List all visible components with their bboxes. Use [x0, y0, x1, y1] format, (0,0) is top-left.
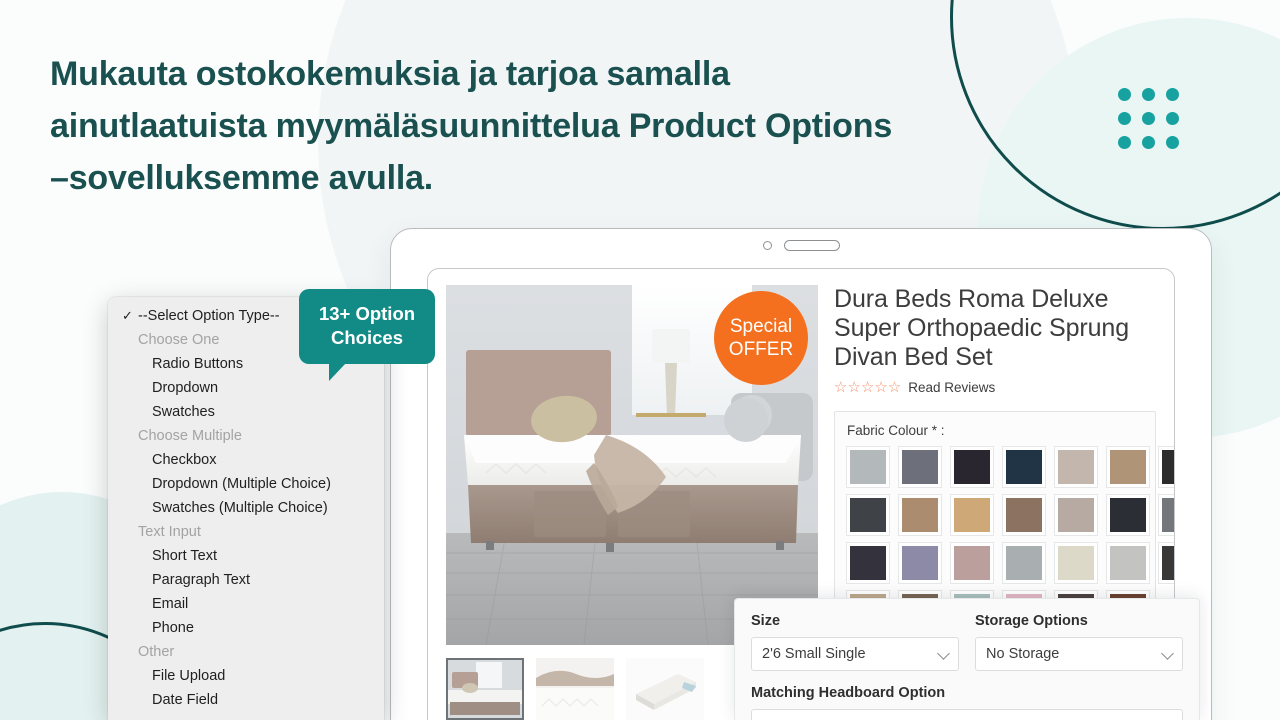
dot-icon: [1142, 88, 1155, 101]
dot-grid-decoration: [1118, 88, 1179, 149]
fabric-swatch[interactable]: [1107, 543, 1149, 583]
offer-badge-line-1: Special: [729, 316, 793, 337]
dot-icon: [1118, 136, 1131, 149]
special-offer-badge: Special OFFER: [714, 291, 808, 385]
size-field: Size 2'6 Small Single: [751, 613, 959, 671]
star-rating-icon: ☆☆☆☆☆: [834, 379, 902, 396]
storage-select[interactable]: No Storage: [975, 637, 1183, 671]
menu-group-label: Choose Multiple: [138, 428, 242, 444]
fabric-swatch[interactable]: [951, 543, 993, 583]
fabric-swatch[interactable]: [1055, 447, 1097, 487]
headboard-label: Matching Headboard Option: [751, 685, 946, 701]
menu-item[interactable]: File Upload: [108, 664, 384, 688]
callout-line-1: 13+ Option: [318, 303, 416, 324]
menu-item[interactable]: Short Text: [108, 544, 384, 568]
size-select[interactable]: 2'6 Small Single: [751, 637, 959, 671]
fabric-swatch[interactable]: [1003, 447, 1045, 487]
dot-icon: [1166, 112, 1179, 125]
dot-icon: [1142, 112, 1155, 125]
headline-line-2: ainutlaatuista myymäläsuunnittelua Produ…: [50, 107, 893, 145]
speaker-icon: [783, 239, 840, 251]
promo-banner: Mukauta ostokokemuksia ja tarjoa samalla…: [0, 0, 1280, 720]
storage-field: Storage Options No Storage: [975, 613, 1183, 671]
fabric-swatch[interactable]: [951, 495, 993, 535]
menu-group-label: Text Input: [138, 524, 201, 540]
fabric-swatch[interactable]: [1055, 495, 1097, 535]
storage-label: Storage Options: [975, 613, 1088, 629]
dot-icon: [1142, 136, 1155, 149]
fabric-swatch[interactable]: [1159, 495, 1174, 535]
fabric-swatch[interactable]: [847, 495, 889, 535]
fabric-swatch[interactable]: [899, 495, 941, 535]
fabric-colour-label: Fabric Colour * :: [847, 423, 945, 438]
menu-item[interactable]: Paragraph Text: [108, 568, 384, 592]
check-icon: ✓: [122, 308, 133, 323]
product-title: Dura Beds Roma Deluxe Super Orthopaedic …: [834, 285, 1130, 371]
fabric-swatch[interactable]: [951, 447, 993, 487]
size-select-value: 2'6 Small Single: [762, 646, 866, 662]
fabric-swatch[interactable]: [1159, 447, 1174, 487]
fabric-swatch[interactable]: [1107, 447, 1149, 487]
offer-badge-line-2: OFFER: [728, 339, 794, 360]
callout-line-2: Choices: [331, 327, 403, 348]
product-hero-image: Special OFFER: [446, 285, 818, 645]
fabric-swatch[interactable]: [1003, 543, 1045, 583]
chevron-down-icon: [937, 647, 950, 660]
menu-item[interactable]: Email: [108, 592, 384, 616]
fabric-swatch[interactable]: [899, 447, 941, 487]
headline-line-1: Mukauta ostokokemuksia ja tarjoa samalla: [50, 55, 730, 93]
thumbnail-1[interactable]: [446, 658, 524, 720]
fabric-swatch[interactable]: [1003, 495, 1045, 535]
dot-icon: [1166, 136, 1179, 149]
dot-icon: [1118, 112, 1131, 125]
headline-line-3: –sovelluksemme avulla.: [50, 159, 434, 197]
camera-icon: [762, 240, 772, 250]
dot-icon: [1118, 88, 1131, 101]
menu-item[interactable]: Phone: [108, 616, 384, 640]
menu-group-label: Other: [138, 644, 175, 660]
rating-row: ☆☆☆☆☆ Read Reviews: [834, 380, 1156, 395]
read-reviews-link[interactable]: Read Reviews: [908, 380, 995, 395]
page-headline: Mukauta ostokokemuksia ja tarjoa samalla…: [50, 48, 1050, 204]
fabric-swatch[interactable]: [899, 543, 941, 583]
menu-item-label: --Select Option Type--: [138, 308, 280, 324]
size-label: Size: [751, 613, 781, 629]
dot-icon: [1166, 88, 1179, 101]
menu-item[interactable]: Date Field: [108, 688, 384, 712]
tablet-top-bezel: [391, 229, 1211, 261]
option-choices-callout: 13+ Option Choices: [299, 289, 435, 381]
thumbnail-3[interactable]: [626, 658, 704, 720]
options-row: Size 2'6 Small Single Storage Options No…: [751, 613, 1183, 671]
fabric-swatch[interactable]: [1055, 543, 1097, 583]
chevron-down-icon: [1161, 647, 1174, 660]
menu-item[interactable]: Swatches (Multiple Choice): [108, 496, 384, 520]
fabric-swatch[interactable]: [847, 447, 889, 487]
menu-item[interactable]: Checkbox: [108, 448, 384, 472]
menu-item[interactable]: Swatches: [108, 400, 384, 424]
thumbnail-2[interactable]: [536, 658, 614, 720]
fabric-swatch[interactable]: [847, 543, 889, 583]
fabric-swatch[interactable]: [1159, 543, 1174, 583]
product-options-panel: Size 2'6 Small Single Storage Options No…: [734, 598, 1200, 720]
menu-item[interactable]: Dropdown (Multiple Choice): [108, 472, 384, 496]
headboard-select[interactable]: [751, 709, 1183, 720]
storage-select-value: No Storage: [986, 646, 1060, 662]
fabric-swatch[interactable]: [1107, 495, 1149, 535]
